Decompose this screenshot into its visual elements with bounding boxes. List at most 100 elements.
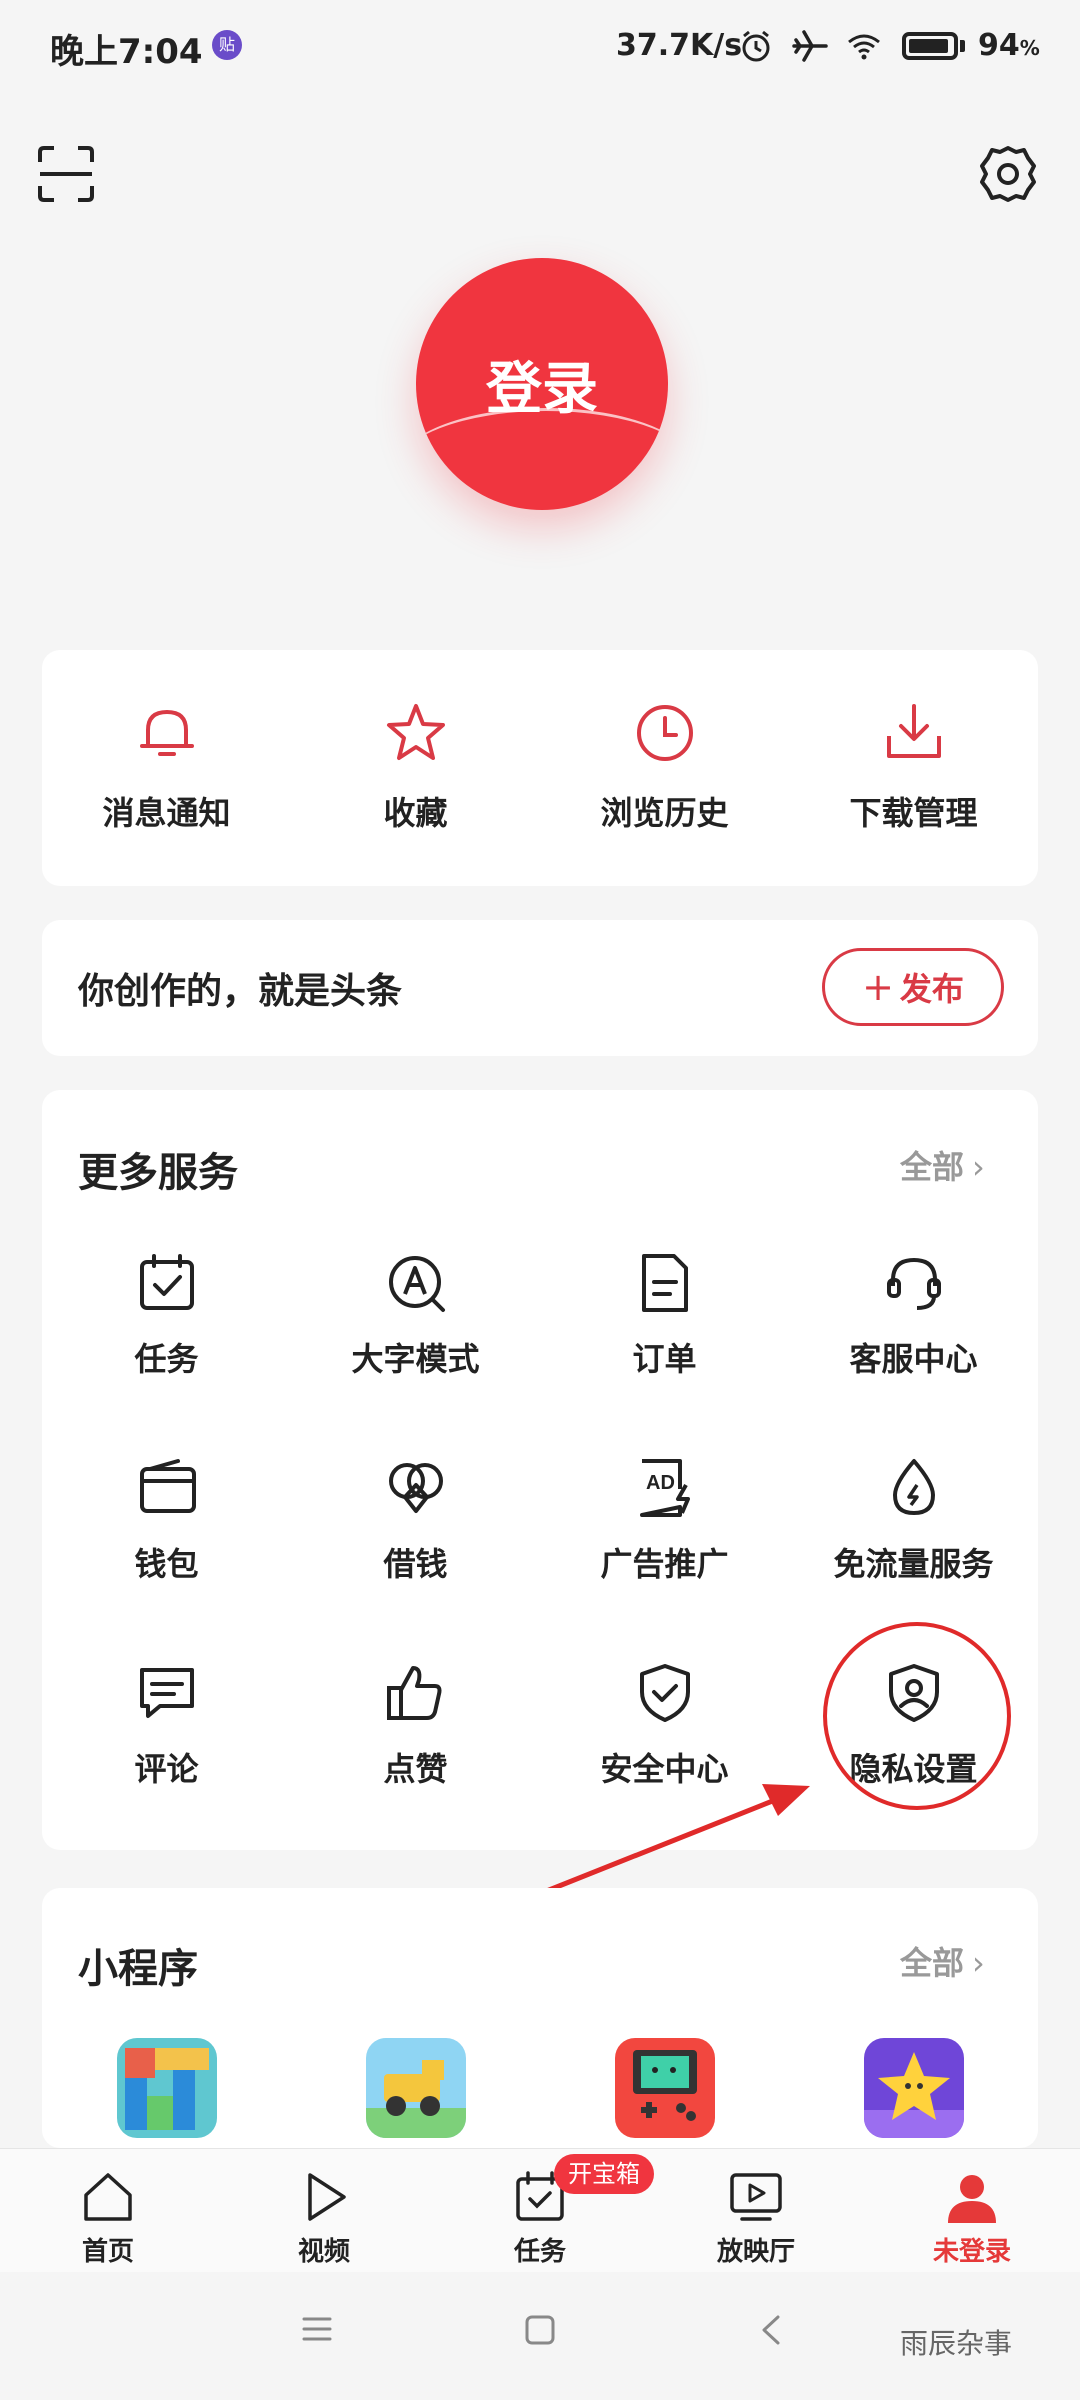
quick-item-label: 消息通知 bbox=[102, 794, 231, 832]
battery-icon bbox=[902, 32, 958, 60]
service-item-order[interactable]: 订单 bbox=[540, 1250, 789, 1430]
wallet-icon bbox=[140, 1459, 196, 1513]
nav-label: 任务 bbox=[513, 2237, 566, 2267]
service-item-wallet[interactable]: 钱包 bbox=[42, 1455, 291, 1635]
status-bar: 晚上7:04 贴 37.7K/s 94% bbox=[0, 0, 1080, 96]
quick-item-label: 收藏 bbox=[383, 794, 448, 832]
large-font-icon bbox=[389, 1256, 445, 1312]
battery-value: 94 bbox=[978, 28, 1020, 63]
service-item-comment[interactable]: 评论 bbox=[42, 1660, 291, 1840]
service-label: 钱包 bbox=[134, 1545, 199, 1583]
quick-item-favorites[interactable]: 收藏 bbox=[291, 650, 540, 886]
quick-actions-card: 消息通知 收藏 浏览历史 下载管理 bbox=[42, 650, 1038, 886]
star-game-icon[interactable] bbox=[864, 2038, 964, 2138]
download-icon bbox=[887, 704, 941, 758]
system-nav-bar: 雨辰杂事 bbox=[0, 2272, 1080, 2400]
wifi-icon bbox=[848, 34, 880, 60]
login-button[interactable]: 登录 bbox=[416, 258, 668, 510]
publish-button[interactable]: + 发布 bbox=[822, 948, 1004, 1026]
quick-item-notifications[interactable]: 消息通知 bbox=[42, 650, 291, 886]
ad-icon: AD bbox=[640, 1459, 690, 1517]
battery-percent: 94% bbox=[978, 28, 1040, 63]
notification-badge-icon: 贴 bbox=[212, 30, 242, 60]
service-item-loan[interactable]: 借钱 bbox=[291, 1455, 540, 1635]
tetris-game-icon[interactable] bbox=[117, 2038, 217, 2138]
quick-item-label: 浏览历史 bbox=[600, 794, 729, 832]
gameboy-game-icon[interactable] bbox=[615, 2038, 715, 2138]
treasure-box-badge[interactable]: 开宝箱 bbox=[554, 2154, 654, 2194]
publish-card: 你创作的，就是头条 + 发布 bbox=[42, 920, 1038, 1056]
task-icon bbox=[140, 1254, 194, 1310]
service-item-large-font[interactable]: 大字模式 bbox=[291, 1250, 540, 1430]
back-icon[interactable] bbox=[758, 2314, 782, 2346]
star-icon bbox=[387, 704, 445, 760]
mini-programs-title: 小程序 bbox=[78, 1946, 198, 1992]
home-square-icon[interactable] bbox=[524, 2314, 556, 2346]
headset-icon bbox=[887, 1257, 941, 1310]
clock-icon bbox=[637, 705, 693, 761]
plus-icon: + bbox=[862, 965, 894, 1009]
highlight-circle-annotation bbox=[823, 1622, 1011, 1810]
battery-fill bbox=[909, 39, 948, 53]
service-label: 大字模式 bbox=[351, 1340, 480, 1378]
bell-icon bbox=[140, 710, 194, 756]
truck-game-icon[interactable] bbox=[366, 2038, 466, 2138]
service-label: 任务 bbox=[134, 1340, 199, 1378]
home-icon bbox=[84, 2173, 132, 2221]
comment-icon bbox=[140, 1668, 194, 1718]
mini-programs-card: 小程序 全部 › bbox=[42, 1888, 1038, 2148]
airplane-icon bbox=[792, 30, 828, 62]
data-free-icon bbox=[893, 1459, 935, 1515]
service-item-task[interactable]: 任务 bbox=[42, 1250, 291, 1430]
quick-item-downloads[interactable]: 下载管理 bbox=[789, 650, 1038, 886]
quick-item-history[interactable]: 浏览历史 bbox=[540, 650, 789, 886]
service-label: 借钱 bbox=[383, 1545, 448, 1583]
nav-label: 视频 bbox=[297, 2237, 350, 2267]
nav-profile[interactable]: 未登录 bbox=[864, 2149, 1080, 2273]
publish-button-label: 发布 bbox=[899, 970, 964, 1008]
services-all-label: 全部 bbox=[900, 1148, 965, 1186]
alarm-icon bbox=[742, 30, 770, 62]
bottom-nav: 首页 视频 任务 放映厅 未登录 bbox=[0, 2148, 1080, 2273]
service-item-customer-service[interactable]: 客服中心 bbox=[789, 1250, 1038, 1430]
svg-text:AD: AD bbox=[646, 1472, 675, 1494]
service-item-like[interactable]: 点赞 bbox=[291, 1660, 540, 1840]
service-label: 客服中心 bbox=[849, 1340, 978, 1378]
publish-slogan: 你创作的，就是头条 bbox=[78, 971, 403, 1012]
status-time: 晚上7:04 bbox=[50, 32, 203, 72]
chevron-right-icon: › bbox=[972, 1944, 985, 1982]
play-icon bbox=[308, 2173, 346, 2221]
service-item-data-free[interactable]: 免流量服务 bbox=[789, 1455, 1038, 1635]
service-label: 点赞 bbox=[383, 1750, 448, 1788]
service-label: 广告推广 bbox=[600, 1545, 729, 1583]
services-title: 更多服务 bbox=[78, 1150, 238, 1196]
nav-label: 未登录 bbox=[932, 2237, 1011, 2267]
nav-video[interactable]: 视频 bbox=[216, 2149, 432, 2273]
service-label: 评论 bbox=[134, 1750, 199, 1788]
network-speed: 37.7K/s bbox=[616, 28, 743, 63]
mini-programs-all-link[interactable]: 全部 › bbox=[900, 1938, 985, 1984]
service-label: 订单 bbox=[632, 1340, 697, 1378]
nav-label: 放映厅 bbox=[716, 2237, 795, 2267]
gear-icon[interactable] bbox=[978, 144, 1038, 204]
quick-item-label: 下载管理 bbox=[849, 794, 978, 832]
menu-icon[interactable] bbox=[302, 2314, 332, 2344]
nav-cinema[interactable]: 放映厅 bbox=[648, 2149, 864, 2273]
watermark: 雨辰杂事 bbox=[900, 2327, 1013, 2360]
service-item-ads[interactable]: AD 广告推广 bbox=[540, 1455, 789, 1635]
nav-label: 首页 bbox=[81, 2237, 134, 2267]
scan-icon[interactable] bbox=[36, 144, 96, 204]
shield-check-icon bbox=[640, 1664, 690, 1722]
cinema-icon bbox=[730, 2173, 782, 2221]
order-icon bbox=[642, 1254, 688, 1312]
service-label: 免流量服务 bbox=[833, 1545, 994, 1583]
battery-tip bbox=[960, 40, 965, 52]
chevron-right-icon: › bbox=[972, 1148, 985, 1186]
login-decoration-arc bbox=[416, 408, 668, 510]
battery-unit: % bbox=[1019, 36, 1040, 60]
nav-home[interactable]: 首页 bbox=[0, 2149, 216, 2273]
services-all-link[interactable]: 全部 › bbox=[900, 1142, 985, 1188]
thumbs-up-icon bbox=[387, 1666, 442, 1720]
user-icon bbox=[948, 2175, 996, 2223]
mini-programs-all-label: 全部 bbox=[900, 1944, 965, 1982]
